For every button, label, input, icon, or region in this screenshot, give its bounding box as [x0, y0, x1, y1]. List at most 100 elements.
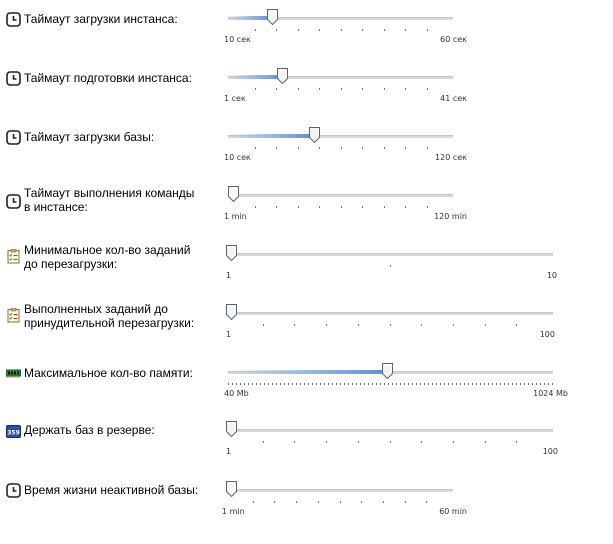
- clock-icon: [6, 71, 21, 86]
- slider-ticks: [228, 147, 453, 150]
- slider-tick: [263, 324, 264, 326]
- slider-ticks: [228, 29, 453, 32]
- slider-tick: [298, 88, 299, 90]
- instance-load-timeout-slider[interactable]: 10 сек 60 сек: [224, 9, 467, 49]
- slider-track: [228, 194, 453, 197]
- slider-track: [226, 429, 553, 432]
- slider-max-label: 60 min: [439, 507, 467, 516]
- slider-max-label: 60 сек: [440, 35, 467, 44]
- slider-ticks: [226, 441, 553, 444]
- svg-text:359: 359: [7, 430, 20, 437]
- setting-row-instance-load-timeout: Таймаут загрузки инстанса: 10 сек 60 сек: [0, 9, 613, 59]
- slider-tick: [390, 324, 391, 326]
- slider-min-label: 1: [226, 330, 232, 339]
- slider-tick: [341, 147, 342, 149]
- slider-tick: [358, 441, 359, 443]
- slider-tick: [405, 147, 406, 149]
- slider-tick: [326, 324, 327, 326]
- slider-tick: [318, 501, 319, 503]
- slider-tick: [319, 29, 320, 31]
- inactive-db-lifetime-slider[interactable]: 1 min 60 min: [222, 481, 467, 521]
- slider-ticks: [228, 88, 453, 91]
- slider-tick: [361, 501, 362, 503]
- slider-tick: [294, 441, 295, 443]
- slider-min-label: 10 сек: [224, 153, 251, 162]
- slider-tick: [255, 206, 256, 208]
- slider-fill: [228, 75, 282, 79]
- db-load-timeout-slider[interactable]: 10 сек 120 сек: [224, 127, 467, 167]
- slider-tick: [362, 206, 363, 208]
- command-timeout-slider[interactable]: 1 min 120 min: [224, 186, 467, 226]
- slider-tick: [405, 206, 406, 208]
- slider-tick: [263, 441, 264, 443]
- slider-tick: [255, 29, 256, 31]
- setting-row-db-load-timeout: Таймаут загрузки базы: 10 сек 120 сек: [0, 127, 613, 177]
- max-memory-slider[interactable]: 40 Mb 1024 Mb: [224, 363, 568, 403]
- min-jobs-before-restart-slider[interactable]: 1 10: [226, 245, 557, 285]
- instance-prepare-timeout-slider[interactable]: 1 сек 41 сек: [224, 68, 467, 108]
- slider-tick: [276, 147, 277, 149]
- slider-tick: [362, 88, 363, 90]
- setting-label: Выполненных заданий до принудительной пе…: [24, 302, 195, 330]
- slider-max-label: 1024 Mb: [533, 389, 568, 398]
- slider-min-label: 1: [226, 447, 232, 456]
- slider-fill: [228, 16, 272, 20]
- setting-row-jobs-before-forced-restart: Выполненных заданий до принудительной пе…: [0, 302, 613, 354]
- slider-min-label: 10 сек: [224, 35, 251, 44]
- setting-row-max-memory: Максимальное кол-во памяти: 40 Mb 1024 M…: [0, 363, 613, 413]
- slider-tick: [426, 501, 427, 503]
- slider-thumb[interactable]: [267, 9, 278, 25]
- slider-ticks: [226, 265, 553, 268]
- slider-tick: [384, 88, 385, 90]
- clock-icon: [6, 483, 21, 498]
- slider-min-label: 1 min: [224, 212, 247, 221]
- slider-tick: [405, 88, 406, 90]
- slider-tick: [427, 88, 428, 90]
- slider-tick: [405, 29, 406, 31]
- setting-row-reserve-dbs: 359 Держать баз в резерве: 1 100: [0, 421, 613, 471]
- slider-max-label: 100: [539, 330, 555, 339]
- slider-thumb[interactable]: [277, 68, 288, 84]
- checklist-icon: [6, 308, 21, 323]
- setting-row-inactive-db-lifetime: Время жизни неактивной базы: 1 min 60 mi…: [0, 481, 613, 531]
- slider-thumb[interactable]: [309, 127, 320, 143]
- slider-tick: [384, 147, 385, 149]
- slider-fill: [228, 134, 314, 138]
- slider-max-label: 120 сек: [435, 153, 467, 162]
- slider-ticks: [228, 383, 553, 385]
- slider-thumb[interactable]: [228, 186, 239, 202]
- setting-label: Минимальное кол-во заданий до перезагруз…: [24, 243, 191, 271]
- slider-tick: [341, 29, 342, 31]
- slider-tick: [276, 29, 277, 31]
- reserve-dbs-slider[interactable]: 1 100: [226, 421, 558, 461]
- slider-tick: [255, 88, 256, 90]
- slider-tick: [453, 324, 454, 326]
- slider-track: [226, 489, 453, 492]
- slider-tick: [384, 29, 385, 31]
- slider-min-label: 40 Mb: [224, 389, 249, 398]
- slider-tick: [453, 441, 454, 443]
- slider-min-label: 1 сек: [224, 94, 246, 103]
- slider-tick: [427, 206, 428, 208]
- slider-tick: [358, 324, 359, 326]
- setting-label: Таймаут загрузки инстанса:: [24, 12, 178, 26]
- slider-thumb[interactable]: [226, 304, 237, 320]
- slider-thumb[interactable]: [382, 363, 393, 379]
- clock-icon: [6, 130, 21, 145]
- jobs-before-forced-restart-slider[interactable]: 1 100: [226, 304, 555, 344]
- slider-ticks: [226, 324, 553, 327]
- slider-thumb[interactable]: [226, 481, 237, 497]
- slider-thumb[interactable]: [226, 245, 237, 261]
- slider-tick: [294, 324, 295, 326]
- slider-tick: [340, 501, 341, 503]
- slider-tick: [341, 206, 342, 208]
- slider-tick: [390, 441, 391, 443]
- slider-tick: [427, 29, 428, 31]
- setting-label: Время жизни неактивной базы:: [24, 483, 199, 497]
- slider-thumb[interactable]: [226, 421, 237, 437]
- slider-max-label: 100: [542, 447, 558, 456]
- slider-tick: [276, 88, 277, 90]
- slider-tick: [362, 147, 363, 149]
- slider-tick: [298, 29, 299, 31]
- slider-tick: [485, 324, 486, 326]
